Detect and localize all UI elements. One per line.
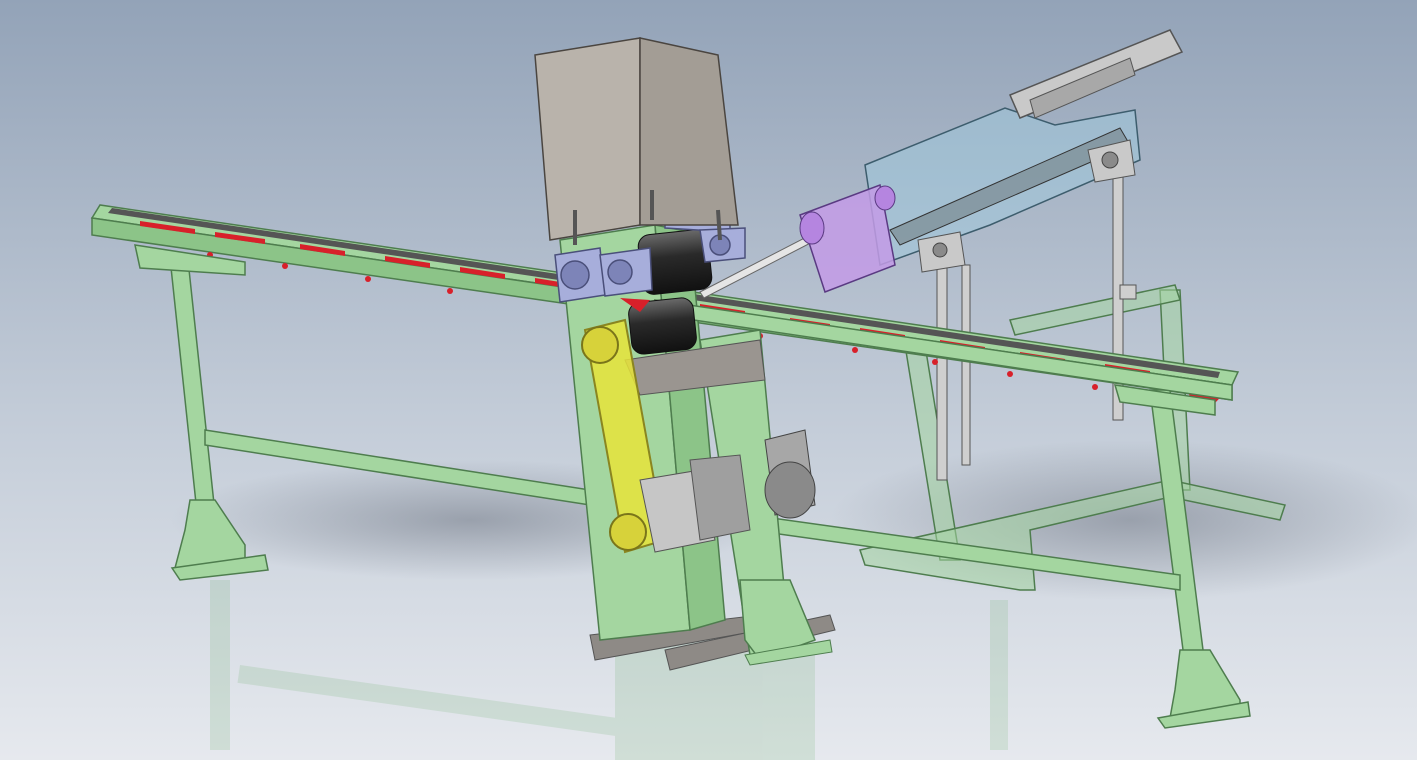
motor-housing — [534, 37, 739, 245]
cad-viewport — [0, 0, 1417, 760]
machine-render — [0, 0, 1417, 760]
